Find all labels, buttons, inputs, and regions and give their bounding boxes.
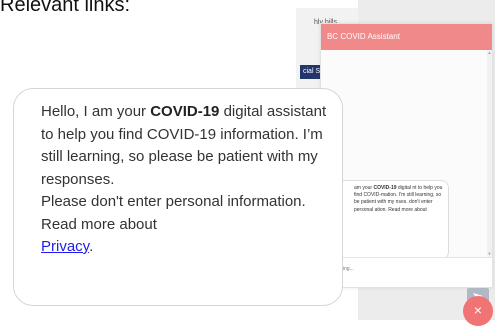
chat-message-bold: COVID-19 bbox=[373, 185, 397, 191]
scroll-up-icon[interactable]: ▲ bbox=[487, 50, 492, 56]
close-icon: × bbox=[473, 302, 483, 318]
chat-message-text: am your COVID-19 digital nt to help you … bbox=[354, 185, 446, 214]
welcome-message-card: Hello, I am your COVID-19 digital assist… bbox=[13, 88, 343, 306]
chat-input-bar[interactable]: rthing... bbox=[321, 257, 492, 287]
relevant-links-heading: Relevant links: bbox=[0, 0, 131, 16]
welcome-p1-prefix: Hello, I am your bbox=[41, 103, 151, 120]
welcome-p1-bold: COVID-19 bbox=[150, 103, 220, 120]
chat-window: BC COVID Assistant ▲ ▼ am your COVID-19 … bbox=[320, 23, 493, 288]
welcome-message-text: Hello, I am your COVID-19 digital assist… bbox=[41, 101, 331, 259]
privacy-link[interactable]: Privacy bbox=[41, 238, 89, 255]
chat-scrollbar[interactable] bbox=[487, 50, 492, 257]
welcome-p2: Please don't enter personal information.… bbox=[41, 193, 306, 233]
privacy-link-suffix: . bbox=[89, 238, 94, 255]
close-chat-button[interactable]: × bbox=[463, 296, 493, 326]
chat-header-title: BC COVID Assistant bbox=[321, 24, 492, 50]
chat-message-prefix: am your bbox=[354, 185, 374, 191]
chat-message-suffix: digital bbox=[396, 185, 411, 191]
chat-message-bubble: am your COVID-19 digital nt to help you … bbox=[337, 180, 449, 260]
